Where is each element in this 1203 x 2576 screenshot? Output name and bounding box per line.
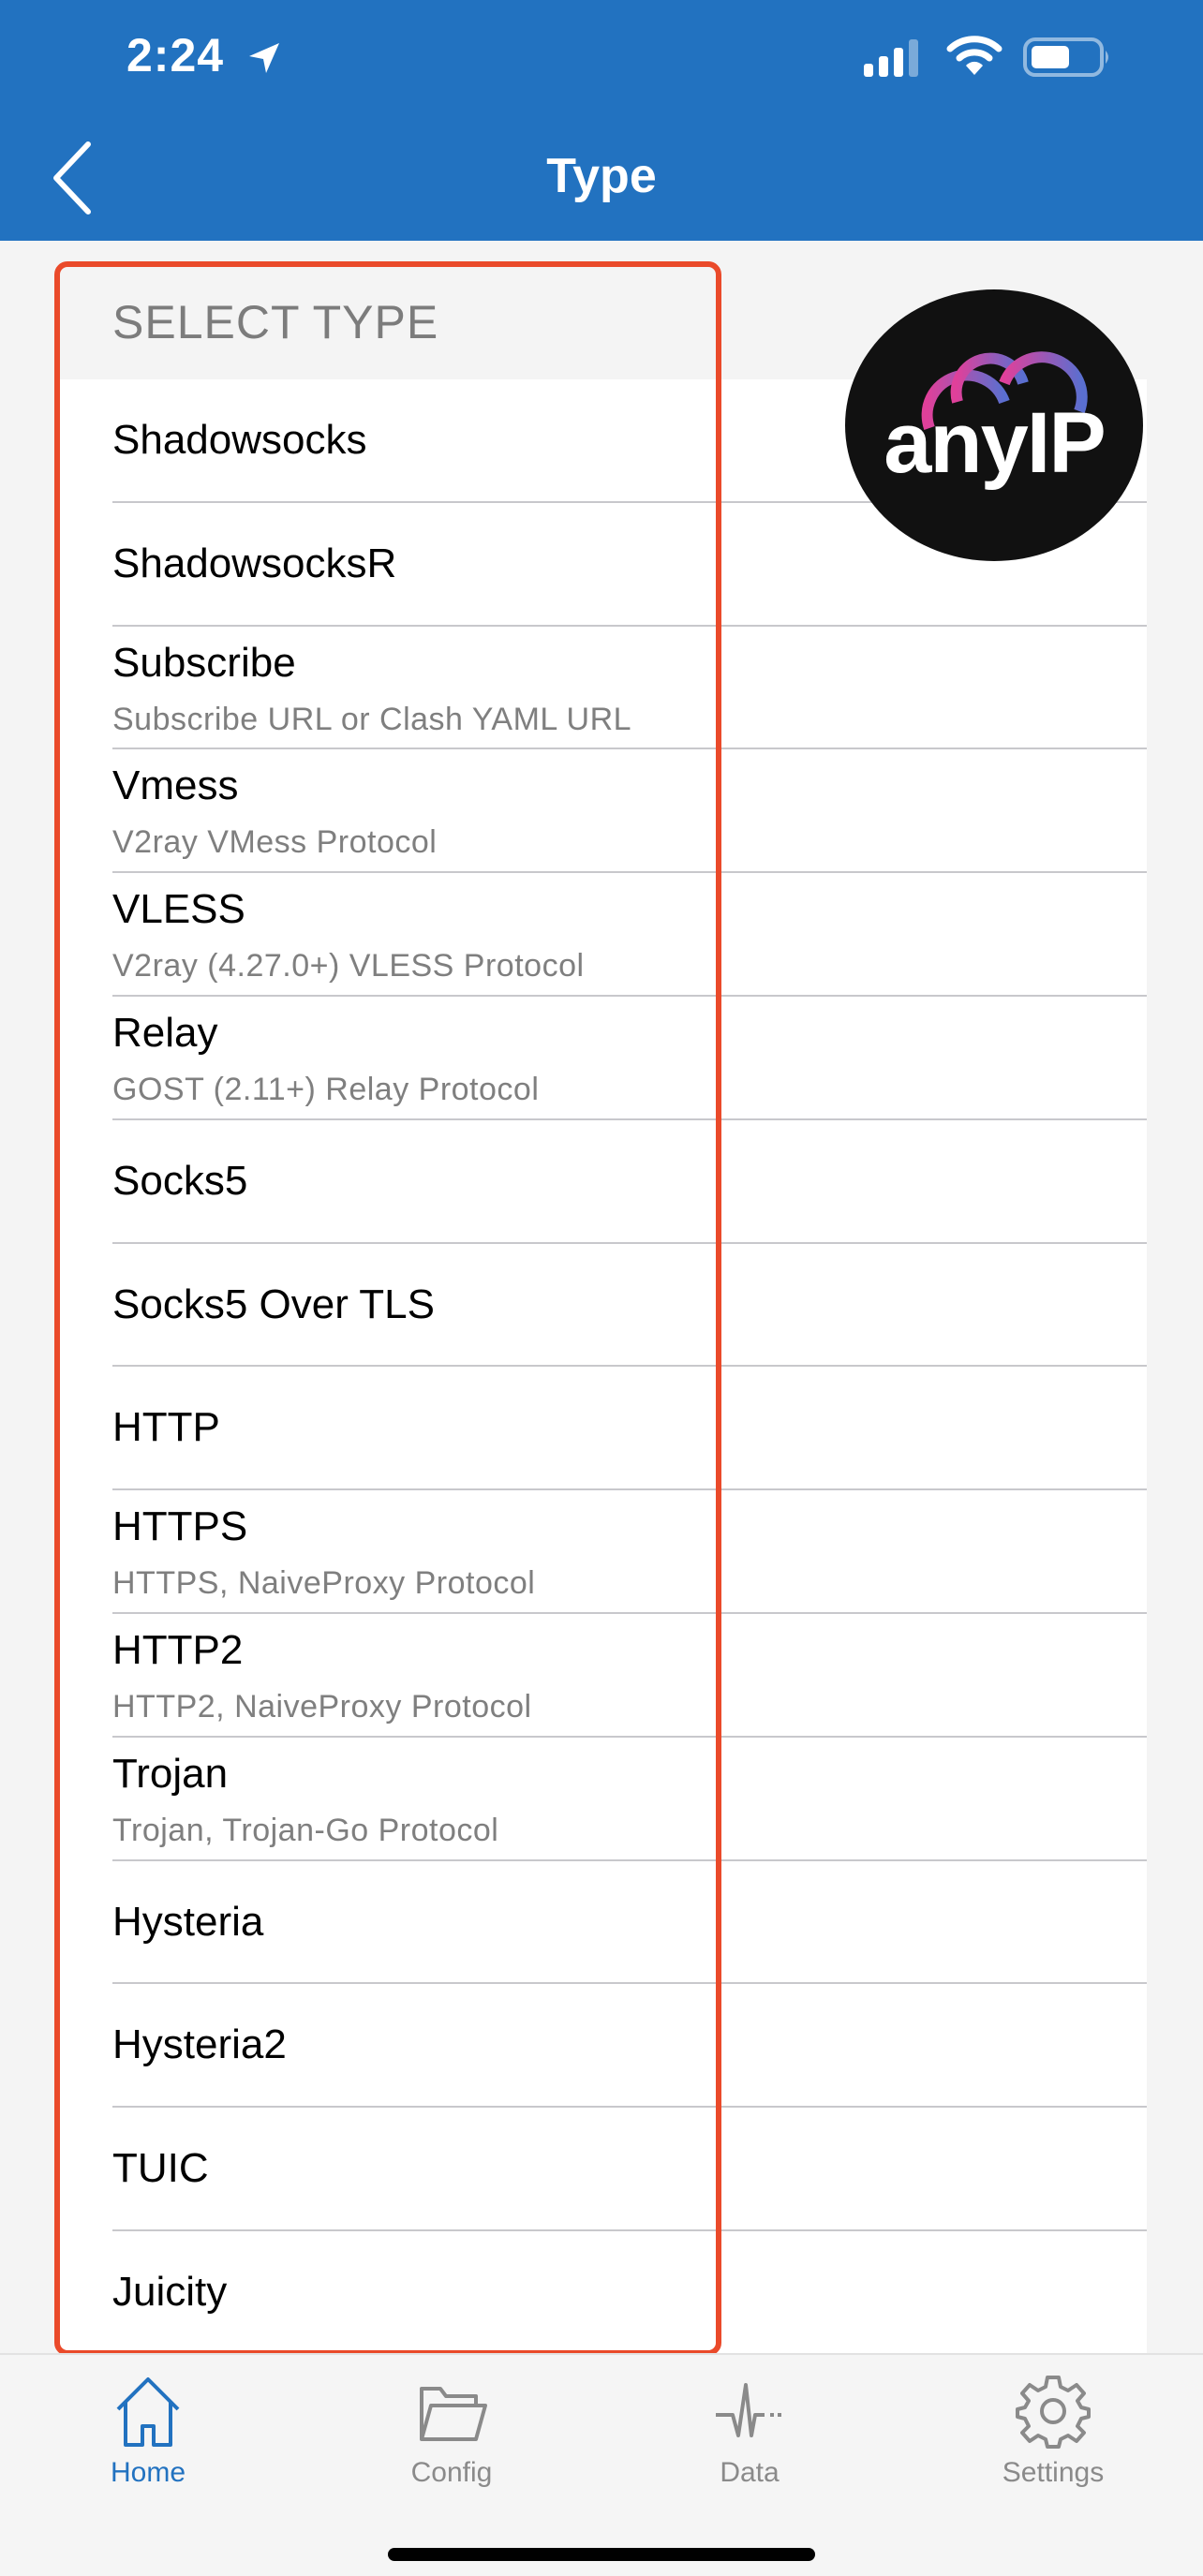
type-label: Hysteria bbox=[112, 1898, 264, 1945]
tab-label: Settings bbox=[1002, 2457, 1105, 2488]
type-label: Hysteria2 bbox=[112, 2021, 287, 2068]
tab-home[interactable]: Home bbox=[54, 2374, 242, 2489]
wifi-icon bbox=[946, 36, 1002, 75]
type-label: Subscribe bbox=[112, 639, 296, 686]
tab-bar: Home Config Data Settings bbox=[0, 2353, 1203, 2576]
type-label: HTTPS bbox=[112, 1503, 248, 1550]
type-label: HTTP2 bbox=[112, 1626, 244, 1673]
list-item[interactable]: Relay GOST (2.11+) Relay Protocol bbox=[60, 997, 1147, 1120]
type-list: Shadowsocks ShadowsocksR Subscribe Subscrib… bbox=[60, 379, 1147, 2355]
list-item[interactable]: Vmess V2ray VMess Protocol bbox=[60, 749, 1147, 874]
type-label: Relay bbox=[112, 1009, 218, 1056]
section-header: SELECT TYPE bbox=[112, 296, 439, 348]
type-label: Trojan bbox=[112, 1750, 229, 1797]
type-label: Socks5 bbox=[112, 1157, 248, 1204]
type-label: Shadowsocks bbox=[112, 417, 367, 463]
tab-label: Home bbox=[110, 2457, 186, 2488]
list-item[interactable]: Hysteria bbox=[60, 1861, 1147, 1985]
type-label: ShadowsocksR bbox=[112, 540, 397, 586]
type-description: Subscribe URL or Clash YAML URL bbox=[112, 701, 632, 737]
type-label: Vmess bbox=[112, 762, 239, 809]
logo-text: anyIP bbox=[884, 395, 1106, 491]
list-item[interactable]: Subscribe Subscribe URL or Clash YAML URL bbox=[60, 627, 1147, 750]
navigation-bar: 2:24 Type bbox=[0, 0, 1203, 241]
list-item[interactable]: Socks5 Over TLS bbox=[60, 1244, 1147, 1368]
type-description: GOST (2.11+) Relay Protocol bbox=[112, 1071, 540, 1107]
tab-settings[interactable]: Settings bbox=[959, 2374, 1147, 2489]
list-item[interactable]: Socks5 bbox=[60, 1120, 1147, 1244]
status-time: 2:24 bbox=[126, 29, 225, 81]
type-label: HTTP bbox=[112, 1404, 220, 1451]
list-item[interactable]: HTTP2 HTTP2, NaiveProxy Protocol bbox=[60, 1614, 1147, 1738]
type-description: V2ray (4.27.0+) VLESS Protocol bbox=[112, 948, 585, 985]
battery-icon bbox=[1023, 37, 1108, 77]
type-label: Socks5 Over TLS bbox=[112, 1281, 435, 1327]
tab-label: Data bbox=[720, 2457, 780, 2488]
list-item[interactable]: Hysteria2 bbox=[60, 1984, 1147, 2109]
location-arrow-icon bbox=[249, 43, 279, 73]
list-item[interactable]: VLESS V2ray (4.27.0+) VLESS Protocol bbox=[60, 873, 1147, 997]
type-description: V2ray VMess Protocol bbox=[112, 824, 438, 861]
cellular-signal-icon bbox=[864, 39, 918, 77]
list-item[interactable]: Juicity bbox=[60, 2231, 1147, 2355]
page-title: Type bbox=[546, 149, 657, 203]
anyip-logo: anyIP bbox=[845, 289, 1143, 561]
type-description: Trojan, Trojan-Go Protocol bbox=[112, 1812, 499, 1848]
list-item[interactable]: Trojan Trojan, Trojan-Go Protocol bbox=[60, 1738, 1147, 1861]
pulse-icon bbox=[716, 2383, 781, 2437]
type-label: TUIC bbox=[112, 2145, 209, 2192]
gear-icon bbox=[1016, 2376, 1091, 2449]
type-description: HTTP2, NaiveProxy Protocol bbox=[112, 1688, 532, 1725]
list-item[interactable]: HTTPS HTTPS, NaiveProxy Protocol bbox=[60, 1490, 1147, 1614]
list-item[interactable]: HTTP bbox=[60, 1367, 1147, 1491]
home-icon bbox=[116, 2377, 180, 2447]
tab-label: Config bbox=[410, 2457, 493, 2488]
type-label: Juicity bbox=[112, 2268, 228, 2315]
list-item[interactable]: TUIC bbox=[60, 2108, 1147, 2231]
tab-data[interactable]: Data bbox=[656, 2374, 843, 2489]
tab-config[interactable]: Config bbox=[358, 2374, 545, 2489]
type-label: VLESS bbox=[112, 886, 245, 933]
home-indicator[interactable] bbox=[388, 2548, 815, 2561]
folder-icon bbox=[420, 2387, 487, 2441]
type-description: HTTPS, NaiveProxy Protocol bbox=[112, 1565, 536, 1602]
